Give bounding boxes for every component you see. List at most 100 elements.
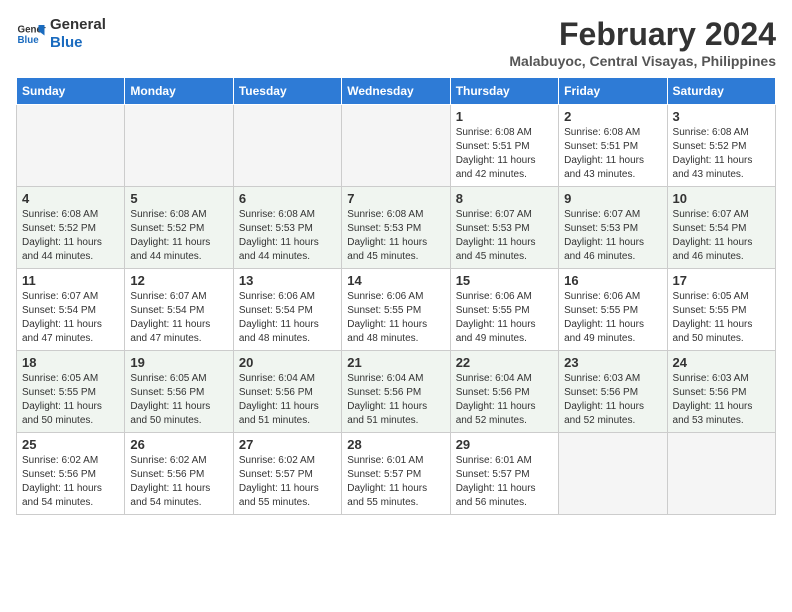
day-info: Sunrise: 6:02 AMSunset: 5:56 PMDaylight:… (130, 454, 227, 510)
calendar-cell: 20Sunrise: 6:04 AMSunset: 5:56 PMDayligh… (233, 351, 341, 433)
calendar-cell: 15 Sunrise: 6:06 AMSunset: 5:55 PMDayligh… (450, 269, 558, 351)
day-info: Sunrise: 6:07 AMSunset: 5:54 PMDaylight:… (673, 208, 770, 264)
day-number: 21 (347, 355, 444, 370)
logo-icon: General Blue (16, 19, 46, 49)
calendar-cell: 21 Sunrise: 6:04 AMSunset: 5:56 PMDayligh… (342, 351, 450, 433)
calendar-cell: 29 Sunrise: 6:01 AMSunset: 5:57 PMDayligh… (450, 433, 558, 515)
day-info: Sunrise: 6:04 AMSunset: 5:56 PMDaylight:… (347, 372, 444, 428)
day-info: Sunrise: 6:08 AMSunset: 5:51 PMDaylight:… (564, 126, 661, 182)
day-number: 4 (22, 191, 119, 206)
header-cell-monday: Monday (125, 78, 233, 105)
day-info: Sunrise: 6:01 AMSunset: 5:57 PMDaylight:… (456, 454, 553, 510)
calendar-cell: 7 Sunrise: 6:08 AMSunset: 5:53 PMDaylight… (342, 187, 450, 269)
day-info: Sunrise: 6:05 AMSunset: 5:55 PMDaylight:… (22, 372, 119, 428)
day-number: 7 (347, 191, 444, 206)
calendar-week-5: 25 Sunrise: 6:02 AMSunset: 5:56 PMDayligh… (17, 433, 776, 515)
day-number: 12 (130, 273, 227, 288)
day-info: Sunrise: 6:07 AMSunset: 5:53 PMDaylight:… (456, 208, 553, 264)
calendar-cell: 10 Sunrise: 6:07 AMSunset: 5:54 PMDayligh… (667, 187, 775, 269)
day-number: 22 (456, 355, 553, 370)
calendar-cell: 2 Sunrise: 6:08 AMSunset: 5:51 PMDaylight… (559, 105, 667, 187)
day-info: Sunrise: 6:07 AMSunset: 5:54 PMDaylight:… (22, 290, 119, 346)
day-info: Sunrise: 6:03 AMSunset: 5:56 PMDaylight:… (673, 372, 770, 428)
calendar-cell: 6 Sunrise: 6:08 AMSunset: 5:53 PMDaylight… (233, 187, 341, 269)
day-info: Sunrise: 6:08 AMSunset: 5:51 PMDaylight:… (456, 126, 553, 182)
day-number: 1 (456, 109, 553, 124)
day-number: 10 (673, 191, 770, 206)
day-number: 11 (22, 273, 119, 288)
day-info: Sunrise: 6:02 AMSunset: 5:57 PMDaylight:… (239, 454, 336, 510)
calendar-cell (667, 433, 775, 515)
calendar-cell (342, 105, 450, 187)
day-number: 19 (130, 355, 227, 370)
day-number: 25 (22, 437, 119, 452)
day-info: Sunrise: 6:05 AMSunset: 5:55 PMDaylight:… (673, 290, 770, 346)
day-info: Sunrise: 6:06 AMSunset: 5:55 PMDaylight:… (564, 290, 661, 346)
day-number: 17 (673, 273, 770, 288)
day-info: Sunrise: 6:08 AMSunset: 5:52 PMDaylight:… (22, 208, 119, 264)
day-info: Sunrise: 6:08 AMSunset: 5:52 PMDaylight:… (673, 126, 770, 182)
day-number: 15 (456, 273, 553, 288)
day-number: 2 (564, 109, 661, 124)
calendar-body: 1 Sunrise: 6:08 AMSunset: 5:51 PMDaylight… (17, 105, 776, 515)
calendar-cell: 13 Sunrise: 6:06 AMSunset: 5:54 PMDayligh… (233, 269, 341, 351)
calendar-cell: 5 Sunrise: 6:08 AMSunset: 5:52 PMDaylight… (125, 187, 233, 269)
svg-text:Blue: Blue (18, 35, 40, 46)
calendar-cell: 27Sunrise: 6:02 AMSunset: 5:57 PMDayligh… (233, 433, 341, 515)
day-info: Sunrise: 6:08 AMSunset: 5:53 PMDaylight:… (347, 208, 444, 264)
day-info: Sunrise: 6:04 AMSunset: 5:56 PMDaylight:… (456, 372, 553, 428)
day-number: 9 (564, 191, 661, 206)
page-header: General Blue General Blue February 2024 … (16, 16, 776, 69)
day-info: Sunrise: 6:02 AMSunset: 5:56 PMDaylight:… (22, 454, 119, 510)
calendar-cell: 11 Sunrise: 6:07 AMSunset: 5:54 PMDayligh… (17, 269, 125, 351)
calendar-cell: 19 Sunrise: 6:05 AMSunset: 5:56 PMDayligh… (125, 351, 233, 433)
day-number: 26 (130, 437, 227, 452)
day-number: 28 (347, 437, 444, 452)
day-info: Sunrise: 6:06 AMSunset: 5:55 PMDaylight:… (347, 290, 444, 346)
day-number: 13 (239, 273, 336, 288)
day-info: Sunrise: 6:03 AMSunset: 5:56 PMDaylight:… (564, 372, 661, 428)
day-info: Sunrise: 6:08 AMSunset: 5:53 PMDaylight:… (239, 208, 336, 264)
calendar-subtitle: Malabuyoc, Central Visayas, Philippines (509, 53, 776, 69)
day-number: 16 (564, 273, 661, 288)
day-number: 24 (673, 355, 770, 370)
calendar-week-3: 11 Sunrise: 6:07 AMSunset: 5:54 PMDayligh… (17, 269, 776, 351)
day-info: Sunrise: 6:06 AMSunset: 5:54 PMDaylight:… (239, 290, 336, 346)
calendar-cell: 22 Sunrise: 6:04 AMSunset: 5:56 PMDayligh… (450, 351, 558, 433)
day-number: 6 (239, 191, 336, 206)
calendar-cell: 28Sunrise: 6:01 AMSunset: 5:57 PMDayligh… (342, 433, 450, 515)
calendar-cell (17, 105, 125, 187)
calendar-week-1: 1 Sunrise: 6:08 AMSunset: 5:51 PMDaylight… (17, 105, 776, 187)
header-cell-wednesday: Wednesday (342, 78, 450, 105)
calendar-cell: 9 Sunrise: 6:07 AMSunset: 5:53 PMDaylight… (559, 187, 667, 269)
header-cell-tuesday: Tuesday (233, 78, 341, 105)
calendar-cell: 14Sunrise: 6:06 AMSunset: 5:55 PMDayligh… (342, 269, 450, 351)
day-info: Sunrise: 6:06 AMSunset: 5:55 PMDaylight:… (456, 290, 553, 346)
day-info: Sunrise: 6:07 AMSunset: 5:53 PMDaylight:… (564, 208, 661, 264)
calendar-week-4: 18 Sunrise: 6:05 AMSunset: 5:55 PMDayligh… (17, 351, 776, 433)
day-number: 23 (564, 355, 661, 370)
logo: General Blue General Blue (16, 16, 106, 52)
calendar-cell: 8Sunrise: 6:07 AMSunset: 5:53 PMDaylight… (450, 187, 558, 269)
calendar-cell: 18 Sunrise: 6:05 AMSunset: 5:55 PMDayligh… (17, 351, 125, 433)
day-number: 20 (239, 355, 336, 370)
calendar-table: SundayMondayTuesdayWednesdayThursdayFrid… (16, 77, 776, 515)
calendar-cell: 12Sunrise: 6:07 AMSunset: 5:54 PMDayligh… (125, 269, 233, 351)
header-cell-thursday: Thursday (450, 78, 558, 105)
calendar-cell: 24 Sunrise: 6:03 AMSunset: 5:56 PMDayligh… (667, 351, 775, 433)
header-row: SundayMondayTuesdayWednesdayThursdayFrid… (17, 78, 776, 105)
calendar-cell (559, 433, 667, 515)
calendar-cell: 25 Sunrise: 6:02 AMSunset: 5:56 PMDayligh… (17, 433, 125, 515)
day-info: Sunrise: 6:05 AMSunset: 5:56 PMDaylight:… (130, 372, 227, 428)
calendar-cell: 4 Sunrise: 6:08 AMSunset: 5:52 PMDaylight… (17, 187, 125, 269)
calendar-cell: 16 Sunrise: 6:06 AMSunset: 5:55 PMDayligh… (559, 269, 667, 351)
day-number: 29 (456, 437, 553, 452)
calendar-title: February 2024 (509, 16, 776, 53)
day-info: Sunrise: 6:08 AMSunset: 5:52 PMDaylight:… (130, 208, 227, 264)
day-number: 5 (130, 191, 227, 206)
header-cell-saturday: Saturday (667, 78, 775, 105)
calendar-cell: 1 Sunrise: 6:08 AMSunset: 5:51 PMDaylight… (450, 105, 558, 187)
day-number: 18 (22, 355, 119, 370)
header-cell-friday: Friday (559, 78, 667, 105)
logo-text-blue: Blue (50, 34, 106, 52)
